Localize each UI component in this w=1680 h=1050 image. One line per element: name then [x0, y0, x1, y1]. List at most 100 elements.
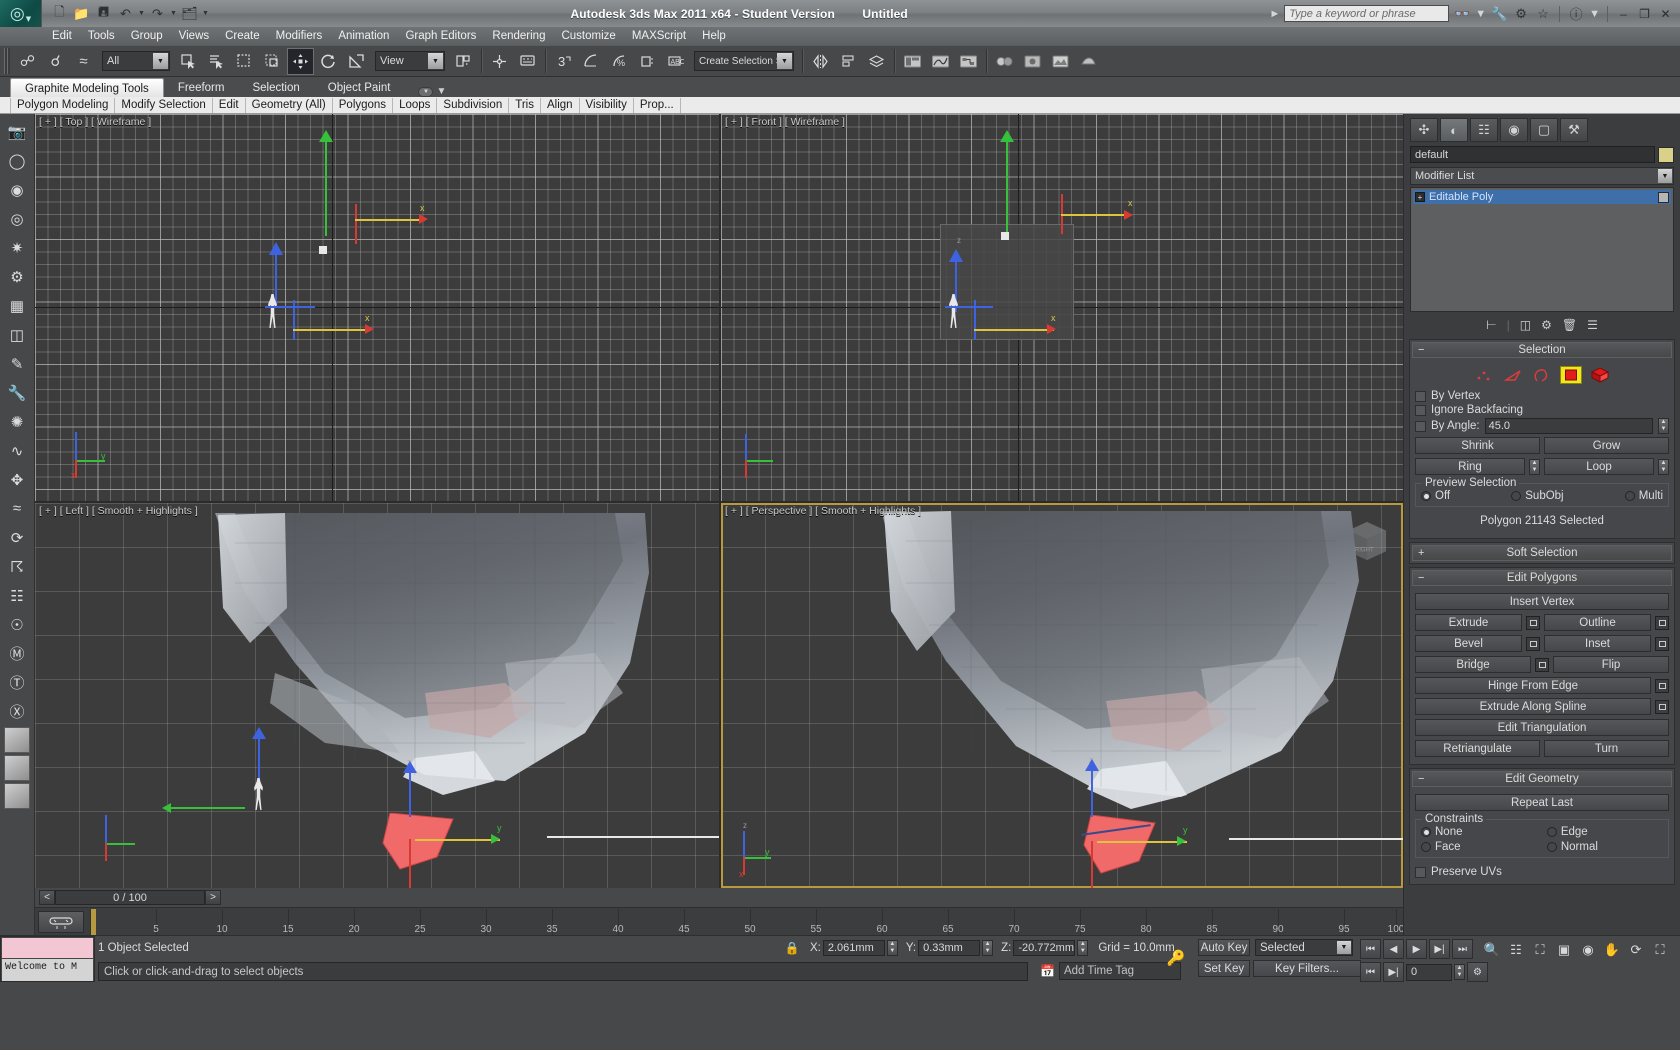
box-icon[interactable]: ▦: [4, 292, 31, 319]
next-frame-arrow[interactable]: >: [205, 890, 221, 905]
chevron-down-icon[interactable]: ▼: [1658, 169, 1672, 183]
symmetry-icon[interactable]: ✥: [4, 466, 31, 493]
unlink-selection-icon[interactable]: ☌: [42, 48, 69, 75]
help-icon[interactable]: ⓘ: [1567, 5, 1585, 23]
radio-preview-multi[interactable]: Multi: [1624, 490, 1663, 502]
loop-spinner[interactable]: ▲ ▼: [1658, 458, 1669, 475]
repeat-last-button[interactable]: Repeat Last: [1415, 794, 1669, 811]
subtab-geometry-all[interactable]: Geometry (All): [246, 97, 333, 113]
timeline-ruler[interactable]: 5 10 15 20 25 30 35 40 45 50 55 60 65 70…: [86, 908, 1403, 935]
curve-editor-icon[interactable]: [927, 48, 954, 75]
menu-item-group[interactable]: Group: [123, 29, 171, 43]
named-selection-sets-combo[interactable]: Create Selection Se ▼: [694, 51, 794, 71]
previous-frame-icon[interactable]: ◀: [1383, 939, 1404, 959]
radio-button[interactable]: [1511, 491, 1522, 501]
chevron-down-icon[interactable]: ▼: [777, 53, 792, 69]
meshsmooth-icon[interactable]: ☉: [4, 611, 31, 638]
border-icon[interactable]: [1531, 366, 1553, 384]
radio-button[interactable]: [1421, 842, 1431, 852]
coord-x-input[interactable]: 2.061mm: [822, 940, 885, 956]
next-frame-icon[interactable]: ▶|: [1429, 939, 1450, 959]
select-and-manipulate-icon[interactable]: [486, 48, 513, 75]
modifier-stack[interactable]: + Editable Poly: [1410, 187, 1674, 312]
stack-item-toggle-icon[interactable]: [1658, 191, 1669, 203]
bridge-button[interactable]: Bridge: [1415, 656, 1531, 673]
turn-button[interactable]: Turn: [1544, 740, 1669, 757]
snapshot-icon[interactable]: 📷: [4, 118, 31, 145]
undo-dropdown-icon[interactable]: ▼: [138, 10, 145, 17]
subtab-tris[interactable]: Tris: [509, 97, 541, 113]
zoom-icon[interactable]: 🔍: [1480, 938, 1504, 961]
menu-item-tools[interactable]: Tools: [80, 29, 123, 43]
checkbox-by-vertex[interactable]: By Vertex: [1415, 389, 1669, 403]
bind-to-space-warp-icon[interactable]: ≈: [70, 48, 97, 75]
use-pivot-point-center-icon[interactable]: [450, 48, 477, 75]
viewport-perspective[interactable]: [ + ] [ Perspective ] [ Smooth + Highlig…: [721, 503, 1403, 888]
hierarchy-tab-icon[interactable]: ☷: [1470, 118, 1498, 142]
go-to-start-2-icon[interactable]: ⏮: [1360, 962, 1381, 982]
checkbox-ignore-backfacing[interactable]: Ignore Backfacing: [1415, 403, 1669, 417]
rendered-frame-window-icon[interactable]: [1047, 48, 1074, 75]
select-and-rotate-icon[interactable]: [315, 48, 342, 75]
subtab-polygon-modeling[interactable]: Polygon Modeling: [10, 97, 116, 113]
key-filter-icon[interactable]: [38, 910, 84, 933]
edit-named-selection-sets-icon[interactable]: ABC: [662, 48, 689, 75]
relax-icon[interactable]: ☈: [4, 553, 31, 580]
pan-view-icon[interactable]: ✋: [1600, 938, 1624, 961]
search-input[interactable]: Type a keyword or phrase: [1284, 5, 1450, 22]
tab-object-paint[interactable]: Object Paint: [314, 78, 405, 97]
zoom-all-icon[interactable]: ☷: [1504, 938, 1528, 961]
chevron-down-icon[interactable]: ▼: [1337, 941, 1351, 954]
rollout-header-soft-selection[interactable]: + Soft Selection: [1412, 545, 1672, 561]
edit-triangulation-button[interactable]: Edit Triangulation: [1415, 719, 1669, 736]
filter-selected-combo[interactable]: Selected ▼: [1255, 939, 1353, 956]
maxscript-input-line[interactable]: [2, 938, 93, 958]
radio-button[interactable]: [1546, 842, 1557, 852]
key-filters-button[interactable]: Key Filters...: [1253, 960, 1361, 977]
toggle-ribbon-icon[interactable]: [899, 48, 926, 75]
wrench-tool-icon[interactable]: 🔧: [4, 379, 31, 406]
selection-lock-icon[interactable]: 🔒: [782, 939, 802, 957]
extrude-button[interactable]: Extrude: [1415, 614, 1522, 631]
play-animation-icon[interactable]: ▶: [1406, 939, 1427, 959]
radio-preview-subobj[interactable]: SubObj: [1511, 490, 1564, 502]
maxscript-output-line[interactable]: Welcome to M: [2, 959, 93, 981]
outline-button[interactable]: Outline: [1544, 614, 1651, 631]
radio-button[interactable]: [1421, 827, 1431, 837]
checkbox-preserve-uvs[interactable]: Preserve UVs: [1415, 865, 1669, 879]
collapse-icon[interactable]: −: [1418, 773, 1424, 785]
subtab-modify-selection[interactable]: Modify Selection: [115, 97, 213, 113]
set-key-button[interactable]: Set Key: [1198, 960, 1250, 977]
redo-icon[interactable]: ↷: [148, 4, 167, 23]
frame-spinner[interactable]: ▲ ▼: [1454, 964, 1465, 980]
pencil-icon[interactable]: ✎: [4, 350, 31, 377]
sphere-icon[interactable]: ◉: [4, 176, 31, 203]
viewport-label-left[interactable]: [ + ] [ Left ] [ Smooth + Highlights ]: [39, 505, 198, 517]
expand-icon[interactable]: +: [1418, 547, 1424, 559]
hinge-from-edge-settings-icon[interactable]: [1655, 678, 1669, 693]
percent-snap-toggle-icon[interactable]: %: [606, 48, 633, 75]
search-dropdown-icon[interactable]: ▼: [1475, 8, 1486, 20]
collapse-icon[interactable]: −: [1418, 572, 1424, 584]
grow-button[interactable]: Grow: [1544, 437, 1669, 454]
star-icon[interactable]: ☆: [1534, 5, 1552, 23]
object-name-input[interactable]: default: [1410, 146, 1655, 163]
select-and-link-icon[interactable]: ☍: [14, 48, 41, 75]
restore-button[interactable]: ❐: [1636, 5, 1653, 23]
spacewarp-icon[interactable]: ∿: [4, 437, 31, 464]
star-shape-icon[interactable]: ✷: [4, 234, 31, 261]
viewport-label-perspective[interactable]: [ + ] [ Perspective ] [ Smooth + Highlig…: [725, 505, 921, 517]
subtab-subdivision[interactable]: Subdivision: [437, 97, 510, 113]
app-menu-button[interactable]: ◎ ▼: [0, 0, 42, 27]
compass-icon[interactable]: ⚙: [1512, 5, 1530, 23]
configure-modifier-sets-icon[interactable]: ☰: [1587, 318, 1598, 332]
save-file-icon[interactable]: 🖪: [94, 4, 113, 23]
rollout-header-edit-polygons[interactable]: − Edit Polygons: [1412, 570, 1672, 586]
go-to-end-icon[interactable]: ⏭: [1452, 939, 1473, 959]
undo-icon[interactable]: ↶: [116, 4, 135, 23]
menu-item-maxscript[interactable]: MAXScript: [624, 29, 694, 43]
redo-dropdown-icon[interactable]: ▼: [170, 10, 177, 17]
outline-settings-icon[interactable]: [1655, 615, 1669, 630]
loop-button[interactable]: Loop: [1544, 458, 1654, 475]
polygon-icon[interactable]: [1560, 366, 1582, 384]
